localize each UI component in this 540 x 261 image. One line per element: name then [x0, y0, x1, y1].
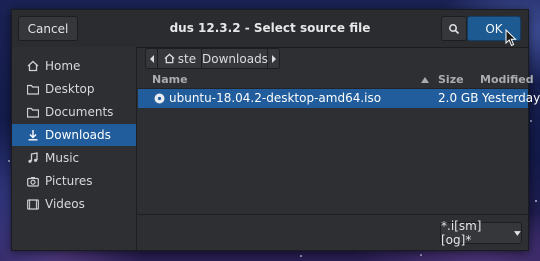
column-header-name[interactable]: Name — [152, 73, 188, 86]
camera-icon — [26, 176, 40, 187]
filter-bar: *.i[sm][og]* — [138, 214, 528, 250]
disc-icon — [154, 93, 165, 104]
path-downloads-button[interactable]: Downloads — [202, 48, 269, 69]
path-current-label: Downloads — [202, 51, 268, 66]
home-icon — [164, 53, 175, 64]
sidebar-item-desktop[interactable]: Desktop — [12, 78, 136, 100]
file-modified: Yesterday — [482, 91, 540, 105]
home-icon — [26, 60, 40, 72]
file-chooser-dialog: Cancel dus 12.3.2 - Select source file O… — [11, 9, 540, 251]
sidebar-item-label: Documents — [45, 105, 114, 119]
sidebar-item-downloads[interactable]: Downloads — [12, 124, 136, 146]
sidebar-item-label: Videos — [45, 197, 85, 211]
search-button[interactable] — [441, 16, 467, 41]
folder-icon — [26, 107, 40, 118]
mouse-cursor — [505, 29, 517, 47]
file-list: Name Size Modified ubuntu-18.04.2-deskto… — [138, 72, 540, 214]
table-row[interactable]: ubuntu-18.04.2-desktop-amd64.iso 2.0 GB … — [138, 89, 540, 108]
folder-icon — [26, 84, 40, 95]
path-back-button[interactable] — [145, 48, 159, 69]
file-filter-value: *.i[sm][og]* — [441, 219, 482, 247]
chevron-down-icon — [514, 230, 521, 236]
sidebar-item-label: Desktop — [45, 82, 95, 96]
file-name: ubuntu-18.04.2-desktop-amd64.iso — [169, 91, 382, 105]
header-bar: Cancel dus 12.3.2 - Select source file O… — [12, 10, 528, 48]
sidebar-item-label: Home — [45, 59, 81, 73]
sidebar-item-documents[interactable]: Documents — [12, 101, 136, 123]
sidebar-item-label: Music — [45, 151, 80, 165]
path-bar: ste Downloads — [145, 48, 280, 69]
path-forward-button[interactable] — [268, 48, 280, 69]
file-filter-dropdown[interactable]: *.i[sm][og]* — [440, 219, 522, 247]
chevron-right-icon — [271, 54, 276, 63]
sidebar-item-label: Pictures — [45, 174, 93, 188]
sidebar-item-home[interactable]: Home — [12, 55, 136, 77]
file-size: 2.0 GB — [438, 91, 479, 105]
column-header-modified[interactable]: Modified — [480, 73, 534, 86]
sort-ascending-icon — [421, 77, 429, 83]
path-home-label: ste — [177, 51, 197, 66]
download-icon — [26, 129, 40, 141]
chevron-left-icon — [149, 54, 154, 63]
path-home-button[interactable]: ste — [158, 48, 203, 69]
sidebar-item-label: Downloads — [45, 128, 111, 142]
search-icon — [449, 23, 460, 34]
sidebar-item-music[interactable]: Music — [12, 147, 136, 169]
music-icon — [26, 152, 40, 164]
column-header-row: Name Size Modified — [138, 72, 534, 89]
places-sidebar: Home Desktop Documents Downloads Music P… — [12, 47, 137, 250]
sidebar-item-pictures[interactable]: Pictures — [12, 170, 136, 192]
sidebar-item-videos[interactable]: Videos — [12, 193, 136, 215]
video-icon — [26, 198, 40, 210]
column-header-size[interactable]: Size — [438, 73, 464, 86]
